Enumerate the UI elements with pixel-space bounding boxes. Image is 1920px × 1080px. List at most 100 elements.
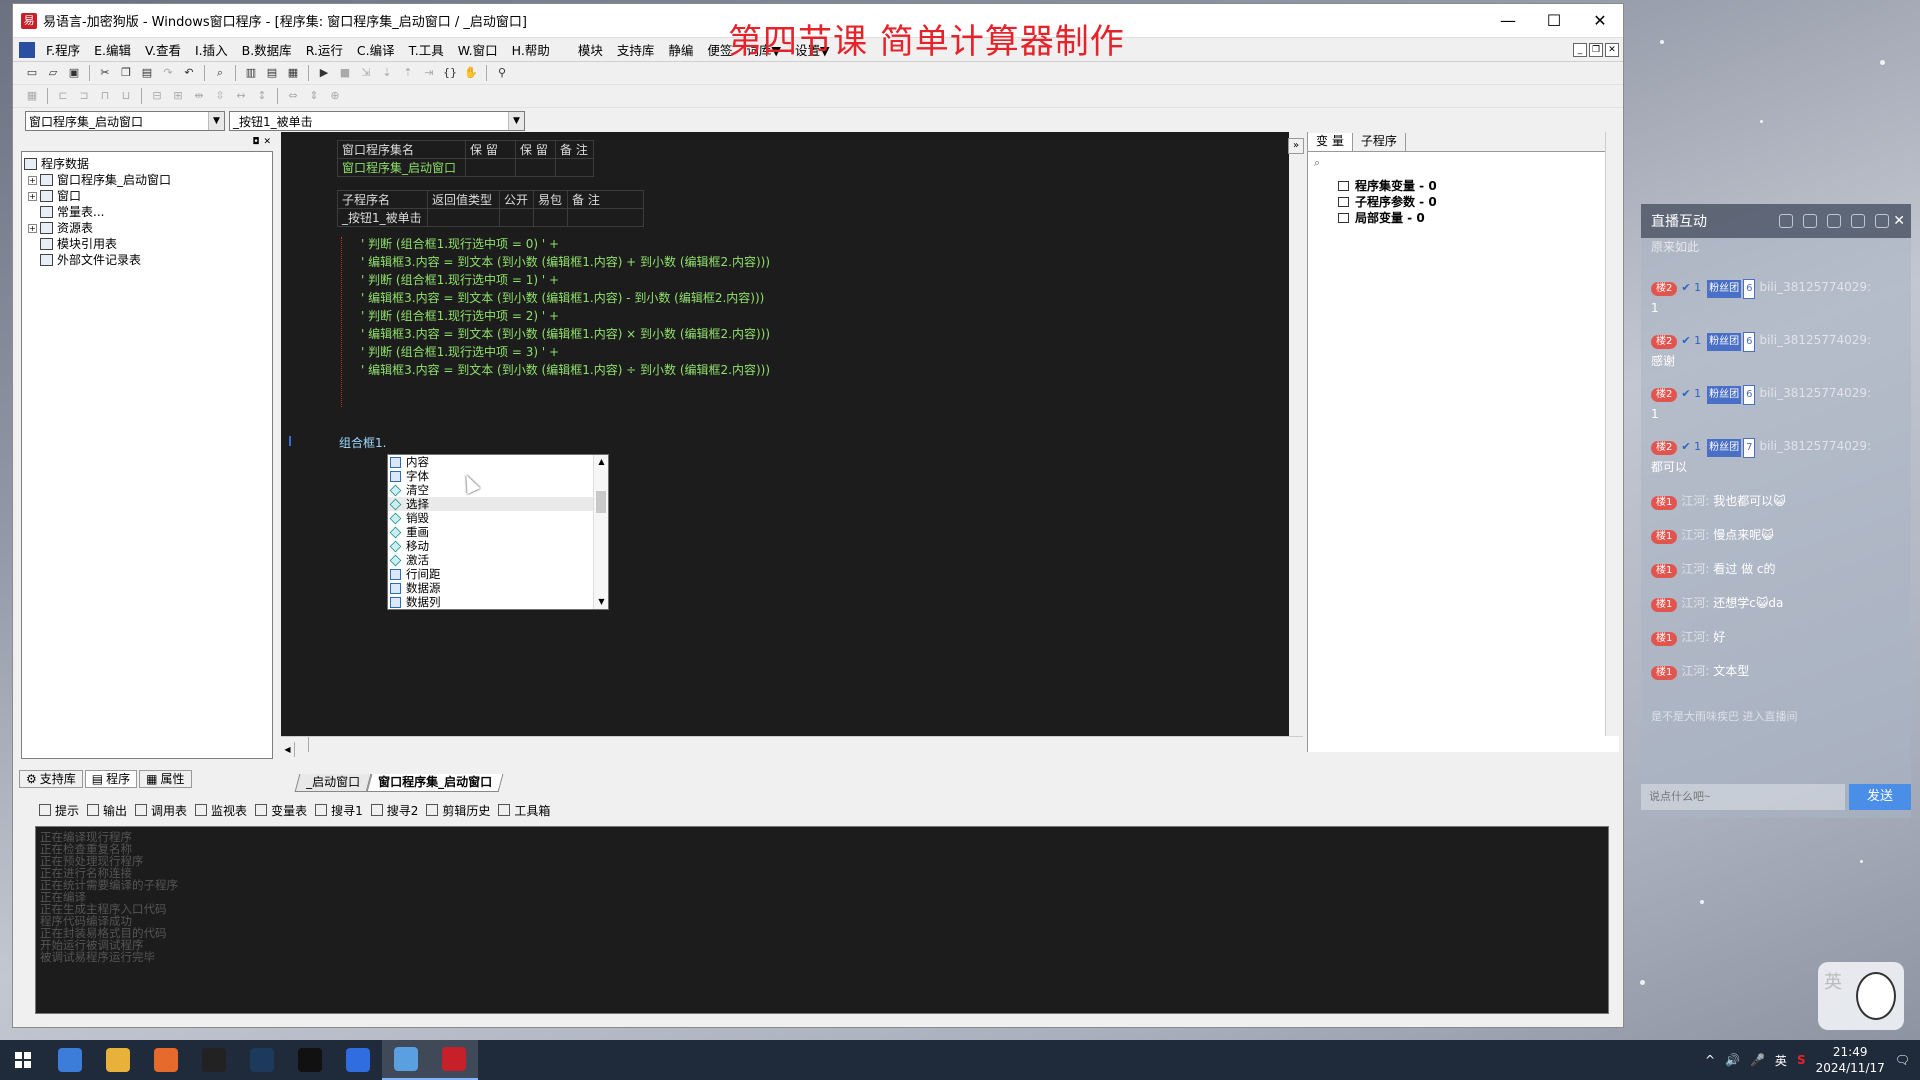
gift-icon[interactable] (1803, 214, 1817, 228)
chat-username[interactable]: bili_38125774029: (1759, 386, 1871, 400)
table-cell[interactable] (567, 208, 644, 227)
ime-widget[interactable]: 英 (1818, 962, 1904, 1030)
chat-username[interactable]: 江河: (1681, 494, 1709, 508)
scroll-up-icon[interactable]: ▲ (594, 455, 609, 469)
autocomplete-item[interactable]: 内容 (388, 455, 608, 469)
tree-item-external-files[interactable]: 外部文件记录表 (24, 252, 270, 268)
clock[interactable]: 21:49 2024/11/17 (1816, 1044, 1885, 1076)
center-form-icon[interactable]: ⊕ (326, 87, 344, 105)
link-icon[interactable] (1779, 214, 1793, 228)
table-cell[interactable] (465, 158, 516, 177)
align-grid-icon[interactable]: ▦ (23, 87, 41, 105)
editor-vertical-scrollbar[interactable] (1289, 132, 1303, 736)
tab-call-stack[interactable]: 调用表 (135, 802, 187, 819)
tab-var-table[interactable]: 变量表 (255, 802, 307, 819)
lock-icon[interactable] (1827, 214, 1841, 228)
align-bottom-icon[interactable]: ⊔ (117, 87, 135, 105)
taskbar-app-easylang[interactable] (430, 1040, 478, 1080)
save-icon[interactable]: ▣ (65, 64, 83, 82)
menu-program[interactable]: F.程序 (39, 40, 87, 59)
code-line[interactable]: ' 判断 (组合框1.现行选中项 = 2) ' + (361, 307, 559, 324)
layout-2-icon[interactable]: ▤ (263, 64, 281, 82)
chat-username[interactable]: bili_38125774029: (1759, 333, 1871, 347)
close-button[interactable]: ✕ (1577, 4, 1623, 38)
mute-icon[interactable] (1851, 214, 1865, 228)
typed-expression[interactable]: 组合框1. (339, 434, 386, 451)
chat-username[interactable]: 江河: (1681, 562, 1709, 576)
layout-3-icon[interactable]: ▦ (284, 64, 302, 82)
chat-username[interactable]: 江河: (1681, 596, 1709, 610)
table-cell[interactable] (427, 208, 500, 227)
mdi-close-button[interactable]: ✕ (1605, 42, 1619, 57)
hand-icon[interactable]: ✋ (462, 64, 480, 82)
autocomplete-item[interactable]: 清空 (388, 483, 608, 497)
start-button[interactable] (0, 1040, 46, 1080)
undo-icon[interactable]: ↶ (180, 64, 198, 82)
menu-edit[interactable]: E.编辑 (87, 40, 138, 59)
redo-icon[interactable]: ↷ (159, 64, 177, 82)
table-cell[interactable]: _按钮1_被单击 (337, 208, 428, 227)
var-group-assembly[interactable]: 程序集变量 - 0 (1308, 178, 1619, 194)
menu-module[interactable]: 模块 (571, 40, 610, 59)
output-log[interactable]: 正在编译现行程序 正在检查重复名称 正在预处理现行程序 正在进行名称连接 正在统… (35, 826, 1609, 1014)
taskbar-app-qq[interactable] (190, 1040, 238, 1080)
tree-item-modules[interactable]: 模块引用表 (24, 236, 270, 252)
volume-icon[interactable]: 🔊 (1725, 1053, 1740, 1067)
taskbar-app-tool[interactable] (382, 1040, 430, 1080)
menu-run[interactable]: R.运行 (299, 40, 350, 59)
collapse-panel-icon[interactable]: » (1288, 138, 1304, 154)
tree-item-root[interactable]: 程序数据 (24, 156, 270, 172)
step-icon[interactable]: ⇲ (357, 64, 375, 82)
menu-compile[interactable]: C.编译 (350, 40, 402, 59)
layout-1-icon[interactable]: ▥ (242, 64, 260, 82)
align-left-icon[interactable]: ⊏ (54, 87, 72, 105)
panel-close-icon[interactable]: ✕ (263, 137, 271, 149)
menu-insert[interactable]: I.插入 (188, 40, 235, 59)
panel-pin-icon[interactable]: ◘ (252, 137, 259, 149)
taskbar-app-steam[interactable] (238, 1040, 286, 1080)
copy-icon[interactable]: ❐ (117, 64, 135, 82)
code-line[interactable]: ' 编辑框3.内容 = 到文本 (到小数 (编辑框1.内容) + 到小数 (编辑… (361, 253, 770, 270)
assembly-select[interactable]: 窗口程序集_启动窗口 ▼ (25, 111, 225, 131)
mdi-restore-button[interactable]: ❐ (1589, 42, 1603, 57)
tab-start-window[interactable]: _启动窗口 (294, 774, 372, 792)
table-cell[interactable] (515, 158, 556, 177)
autocomplete-item[interactable]: 数据列 (388, 595, 608, 609)
chat-input[interactable] (1641, 784, 1845, 810)
tab-variables[interactable]: 变 量 (1308, 133, 1353, 151)
align-right-icon[interactable]: ⊐ (75, 87, 93, 105)
microphone-icon[interactable]: 🎤 (1750, 1053, 1765, 1067)
autocomplete-scrollbar[interactable]: ▲ ▼ (593, 455, 608, 609)
mdi-minimize-button[interactable]: _ (1573, 42, 1587, 57)
notification-icon[interactable]: 🗨 (1895, 1053, 1910, 1067)
minimize-button[interactable]: — (1485, 4, 1531, 38)
tab-assembly[interactable]: 窗口程序集_启动窗口 (366, 774, 504, 792)
tab-properties[interactable]: ▦ 属性 (139, 770, 192, 788)
paste-icon[interactable]: ▤ (138, 64, 156, 82)
code-line[interactable]: ' 判断 (组合框1.现行选中项 = 1) ' + (361, 271, 559, 288)
autocomplete-item-selected[interactable]: 选择 (388, 497, 608, 511)
center-h-icon[interactable]: ⊟ (148, 87, 166, 105)
chat-username[interactable]: bili_38125774029: (1759, 439, 1871, 453)
close-icon[interactable]: ✕ (1893, 213, 1905, 229)
step-into-icon[interactable]: ⇣ (378, 64, 396, 82)
gear-icon[interactable] (1875, 214, 1889, 228)
menu-tools[interactable]: T.工具 (402, 40, 451, 59)
taskbar-app-explorer[interactable] (94, 1040, 142, 1080)
taskbar-app-tiktok[interactable] (286, 1040, 334, 1080)
tree-item-assembly[interactable]: + 窗口程序集_启动窗口 (24, 172, 270, 188)
tab-search2[interactable]: 搜寻2 (370, 802, 418, 819)
tree-item-constants[interactable]: 常量表... (24, 204, 270, 220)
editor-horizontal-scrollbar[interactable]: ◀ (281, 736, 1303, 757)
step-out-icon[interactable]: ⇡ (399, 64, 417, 82)
var-group-params[interactable]: 子程序参数 - 0 (1308, 194, 1619, 210)
tab-subprograms[interactable]: 子程序 (1353, 133, 1406, 151)
space-h-icon[interactable]: ⇹ (190, 87, 208, 105)
search-icon[interactable]: ⌕ (1314, 156, 1613, 174)
chat-username[interactable]: 江河: (1681, 630, 1709, 644)
ime-indicator[interactable]: 英 (1775, 1052, 1787, 1069)
scroll-down-icon[interactable]: ▼ (594, 595, 609, 609)
code-line[interactable]: ' 编辑框3.内容 = 到文本 (到小数 (编辑框1.内容) ÷ 到小数 (编辑… (361, 361, 770, 378)
find-icon[interactable]: ⌕ (211, 64, 229, 82)
maximize-button[interactable]: ☐ (1531, 4, 1577, 38)
